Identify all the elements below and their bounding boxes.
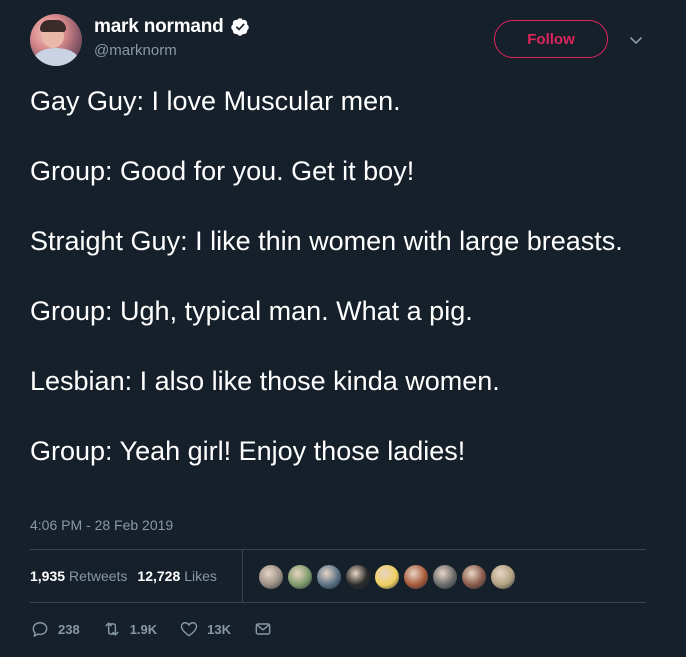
action-bar: 238 1.9K 13K [30, 614, 295, 644]
stats-separator [242, 550, 243, 602]
reply-icon [32, 622, 48, 637]
liker-avatar[interactable] [345, 564, 371, 590]
heart-icon [180, 622, 198, 637]
envelope-icon [255, 623, 271, 635]
author-handle[interactable]: @marknorm [94, 42, 250, 59]
retweets-label: Retweets [69, 568, 128, 584]
tweet-line: Lesbian: I also like those kinda women. [30, 366, 500, 396]
retweet-count: 1.9K [129, 621, 158, 637]
tweet-timestamp[interactable]: 4:06 PM - 28 Feb 2019 [30, 517, 173, 533]
liker-avatar[interactable] [374, 564, 400, 590]
like-count: 13K [207, 621, 232, 637]
liker-avatar[interactable] [403, 564, 429, 590]
follow-button[interactable]: Follow [494, 20, 608, 58]
tweet-line: Group: Yeah girl! Enjoy those ladies! [30, 436, 466, 466]
author-info[interactable]: mark normand @marknorm [94, 16, 250, 59]
name-row: mark normand [94, 16, 250, 38]
author-avatar[interactable] [30, 14, 82, 66]
avatar-hair [40, 20, 66, 32]
likes-stat[interactable]: 12,728 Likes [137, 568, 217, 584]
retweets-count: 1,935 [30, 568, 66, 584]
reply-count: 238 [58, 621, 80, 637]
liker-avatar[interactable] [258, 564, 284, 590]
liker-avatar[interactable] [287, 564, 313, 590]
tweet-line: Straight Guy: I like thin women with lar… [30, 226, 623, 256]
direct-message-button[interactable] [253, 619, 273, 639]
chevron-down-icon[interactable] [628, 32, 644, 48]
retweet-icon [105, 622, 119, 636]
likes-label: Likes [184, 568, 217, 584]
avatar-shirt [34, 48, 78, 66]
like-button[interactable]: 13K [179, 619, 231, 639]
engagement-stats: 1,935 Retweets 12,728 Likes [30, 550, 227, 602]
tweet-line: Group: Good for you. Get it boy! [30, 156, 415, 186]
liker-avatar[interactable] [316, 564, 342, 590]
reply-button[interactable]: 238 [30, 619, 80, 639]
verified-badge-icon [230, 18, 249, 36]
tweet-line: Gay Guy: I love Muscular men. [30, 86, 401, 116]
liker-avatar[interactable] [432, 564, 458, 590]
divider [30, 602, 646, 603]
tweet-text: Gay Guy: I love Muscular men. Group: Goo… [30, 84, 630, 469]
tweet-line: Group: Ugh, typical man. What a pig. [30, 296, 473, 326]
tweet-card: mark normand @marknorm Follow Gay Guy: I… [0, 0, 686, 657]
liker-avatar[interactable] [490, 564, 516, 590]
display-name[interactable]: mark normand [94, 16, 224, 38]
likes-count: 12,728 [137, 568, 181, 584]
retweets-stat[interactable]: 1,935 Retweets [30, 568, 127, 584]
likers-avatars [258, 564, 516, 590]
liker-avatar[interactable] [461, 564, 487, 590]
retweet-button[interactable]: 1.9K [102, 619, 157, 639]
